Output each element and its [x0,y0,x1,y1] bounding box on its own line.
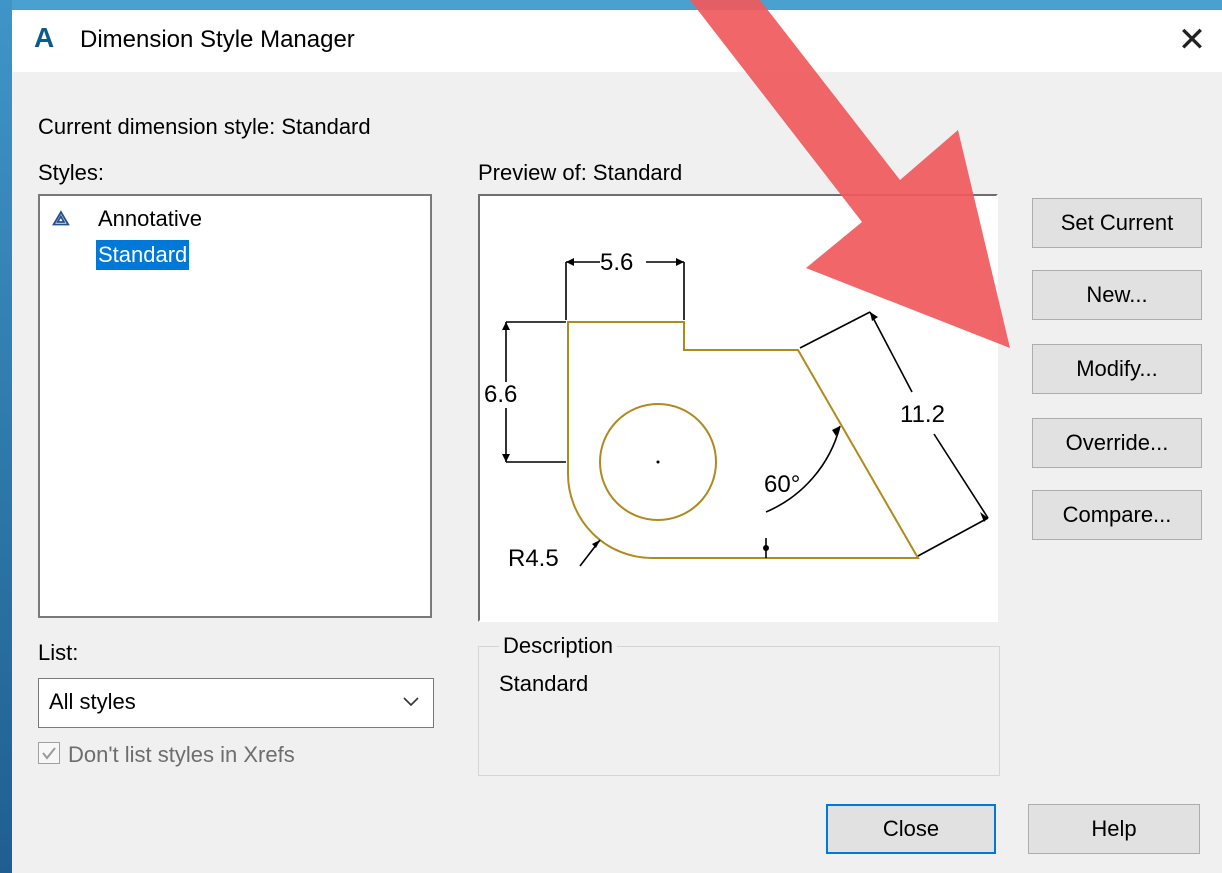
set-current-button[interactable]: Set Current [1032,198,1202,248]
circle-center-point [656,460,660,464]
help-button[interactable]: Help [1028,804,1200,854]
style-item-standard[interactable]: Standard [96,240,190,270]
autocad-a-icon: A [34,22,55,53]
dim-top-width: 5.6 [600,249,633,276]
checkmark-icon [42,747,56,760]
chevron-down-icon [403,697,419,707]
close-button[interactable]: Close [826,804,996,854]
dont-list-xrefs-checkbox[interactable] [38,742,60,764]
desktop-background-left [0,0,12,873]
desktop-background-top [0,0,1222,10]
description-group: Description Standard [478,633,1000,776]
dim-slant-length: 11.2 [900,401,945,428]
current-style-label: Current dimension style: Standard [38,114,371,139]
override-button[interactable]: Override... [1032,418,1202,468]
preview-label: Preview of: Standard [478,160,683,185]
description-legend: Description [499,633,618,659]
style-item-annotative[interactable]: Annotative [96,204,204,234]
list-filter-value: All styles [49,689,136,714]
preview-drawing: 5.6 6.6 11.2 60° R4.5 [484,249,989,572]
window-title: Dimension Style Manager [80,26,355,53]
close-window-icon[interactable]: ✕ [1170,18,1214,62]
dimension-labels: 5.6 6.6 11.2 60° R4.5 [484,249,945,572]
dim-radius: R4.5 [508,545,559,572]
dim-angle: 60° [764,471,800,498]
title-bar: A Dimension Style Manager ✕ [12,10,1222,72]
dont-list-xrefs-label: Don't list styles in Xrefs [68,742,295,767]
styles-label: Styles: [38,160,105,185]
new-button[interactable]: New... [1032,270,1202,320]
list-label: List: [38,640,79,665]
list-filter-dropdown[interactable]: All styles [38,678,434,728]
dim-left-height: 6.6 [484,381,517,408]
preview-geometry [567,321,920,559]
description-text: Standard [499,671,589,696]
dimension-preview: 5.6 6.6 11.2 60° R4.5 [478,194,998,622]
modify-button[interactable]: Modify... [1032,344,1202,394]
dimension-style-manager-dialog: A Dimension Style Manager ✕ Current dime… [12,10,1222,873]
annotative-icon: ⟁ [52,208,70,230]
compare-button[interactable]: Compare... [1032,490,1202,540]
styles-listbox[interactable]: ⟁ Annotative Standard [38,194,432,618]
